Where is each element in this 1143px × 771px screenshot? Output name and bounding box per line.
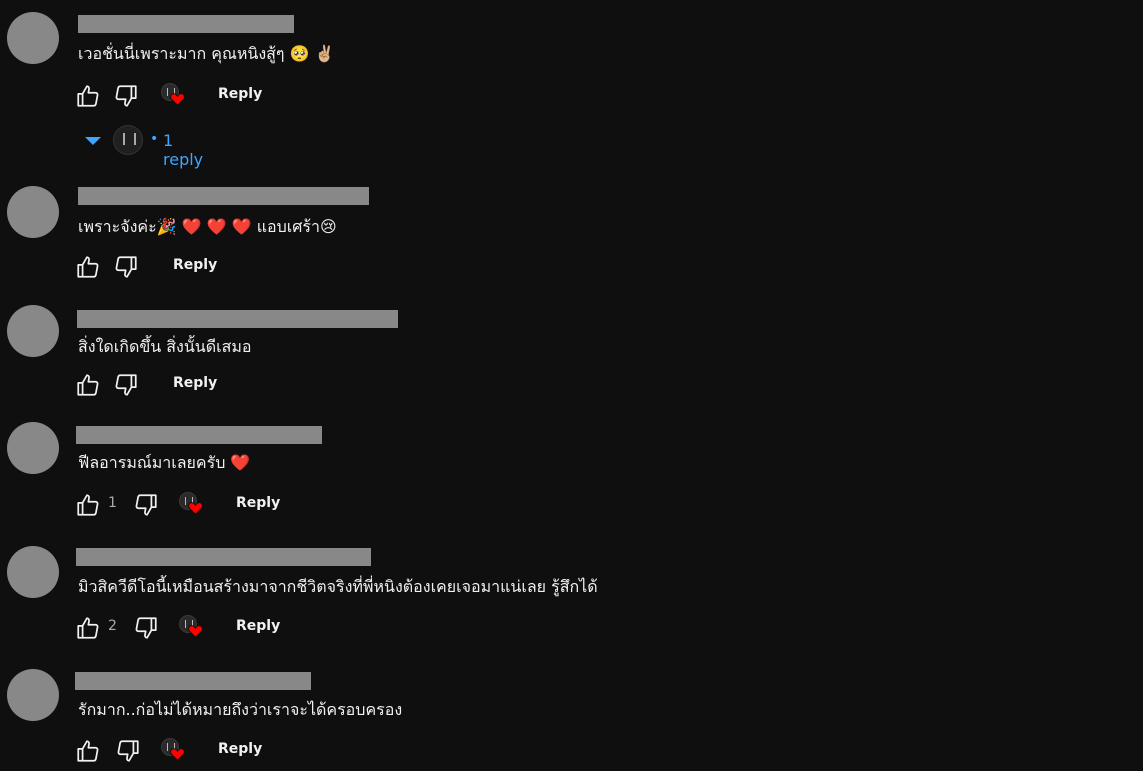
comment-text: สิ่งใดเกิดขึ้น สิ่งนั้นดีเสมอ: [78, 337, 252, 356]
author-name-redacted[interactable]: [77, 310, 398, 328]
thumbs-down-icon: [115, 374, 137, 396]
avatar[interactable]: [7, 669, 59, 721]
comment-text: เพราะจังค่ะ🎉 ❤️ ❤️ ❤️ แอบเศร้า😢: [78, 217, 337, 236]
reply-button[interactable]: Reply: [173, 375, 217, 391]
creator-heart[interactable]: [177, 492, 203, 518]
creator-heart[interactable]: [159, 738, 185, 764]
author-name-redacted[interactable]: [76, 426, 322, 444]
like-button[interactable]: [75, 372, 103, 398]
like-count: 1: [108, 495, 117, 511]
thumbs-up-icon: [77, 494, 99, 516]
dislike-button[interactable]: [115, 738, 143, 764]
thumbs-down-icon: [135, 617, 157, 639]
dislike-button[interactable]: [133, 615, 161, 641]
like-count: 2: [108, 618, 117, 634]
caret-down-icon: [85, 137, 101, 145]
dislike-button[interactable]: [113, 372, 141, 398]
like-button[interactable]: [75, 738, 103, 764]
reply-button[interactable]: Reply: [236, 495, 280, 511]
dislike-button[interactable]: [133, 492, 161, 518]
heart-icon: [188, 625, 203, 638]
creator-heart[interactable]: [159, 83, 185, 109]
comment-text: ฟีลอารมณ์มาเลยครับ ❤️: [78, 453, 251, 472]
separator-dot: •: [150, 131, 159, 147]
dislike-button[interactable]: [113, 254, 141, 280]
thumbs-up-icon: [77, 256, 99, 278]
author-name-redacted[interactable]: [78, 15, 294, 33]
avatar[interactable]: [7, 12, 59, 64]
thumbs-down-icon: [117, 740, 139, 762]
like-button[interactable]: [75, 254, 103, 280]
dislike-button[interactable]: [113, 83, 141, 109]
reply-button[interactable]: Reply: [173, 257, 217, 273]
comment-thread: เวอชั่นนี่เพราะมาก คุณหนิงสู้ๆ 🥺 ✌🏼 Repl…: [0, 0, 1143, 771]
reply-button[interactable]: Reply: [218, 86, 262, 102]
creator-heart[interactable]: [177, 615, 203, 641]
comment-text: มิวสิควีดีโอนี้เหมือนสร้างมาจากชีวิตจริง…: [78, 577, 598, 596]
reply-button[interactable]: Reply: [236, 618, 280, 634]
thumbs-up-icon: [77, 617, 99, 639]
thumbs-up-icon: [77, 85, 99, 107]
thumbs-down-icon: [115, 85, 137, 107]
heart-icon: [170, 748, 185, 761]
comment-text: รักมาก..ก่อไม่ได้หมายถึงว่าเราจะได้ครอบค…: [78, 700, 403, 719]
avatar[interactable]: [7, 186, 59, 238]
author-name-redacted[interactable]: [76, 548, 371, 566]
creator-reply-avatar: [113, 125, 143, 155]
reply-button[interactable]: Reply: [218, 741, 262, 757]
thumbs-down-icon: [115, 256, 137, 278]
thumbs-up-icon: [77, 374, 99, 396]
avatar[interactable]: [7, 546, 59, 598]
thumbs-up-icon: [77, 740, 99, 762]
reply-count: 1 reply: [163, 131, 204, 169]
comment-text: เวอชั่นนี่เพราะมาก คุณหนิงสู้ๆ 🥺 ✌🏼: [78, 44, 335, 63]
thumbs-down-icon: [135, 494, 157, 516]
avatar[interactable]: [7, 305, 59, 357]
heart-icon: [170, 93, 185, 106]
like-button[interactable]: [75, 83, 103, 109]
author-name-redacted[interactable]: [75, 672, 311, 690]
like-button[interactable]: [75, 492, 103, 518]
author-name-redacted[interactable]: [78, 187, 369, 205]
avatar[interactable]: [7, 422, 59, 474]
heart-icon: [188, 502, 203, 515]
like-button[interactable]: [75, 615, 103, 641]
